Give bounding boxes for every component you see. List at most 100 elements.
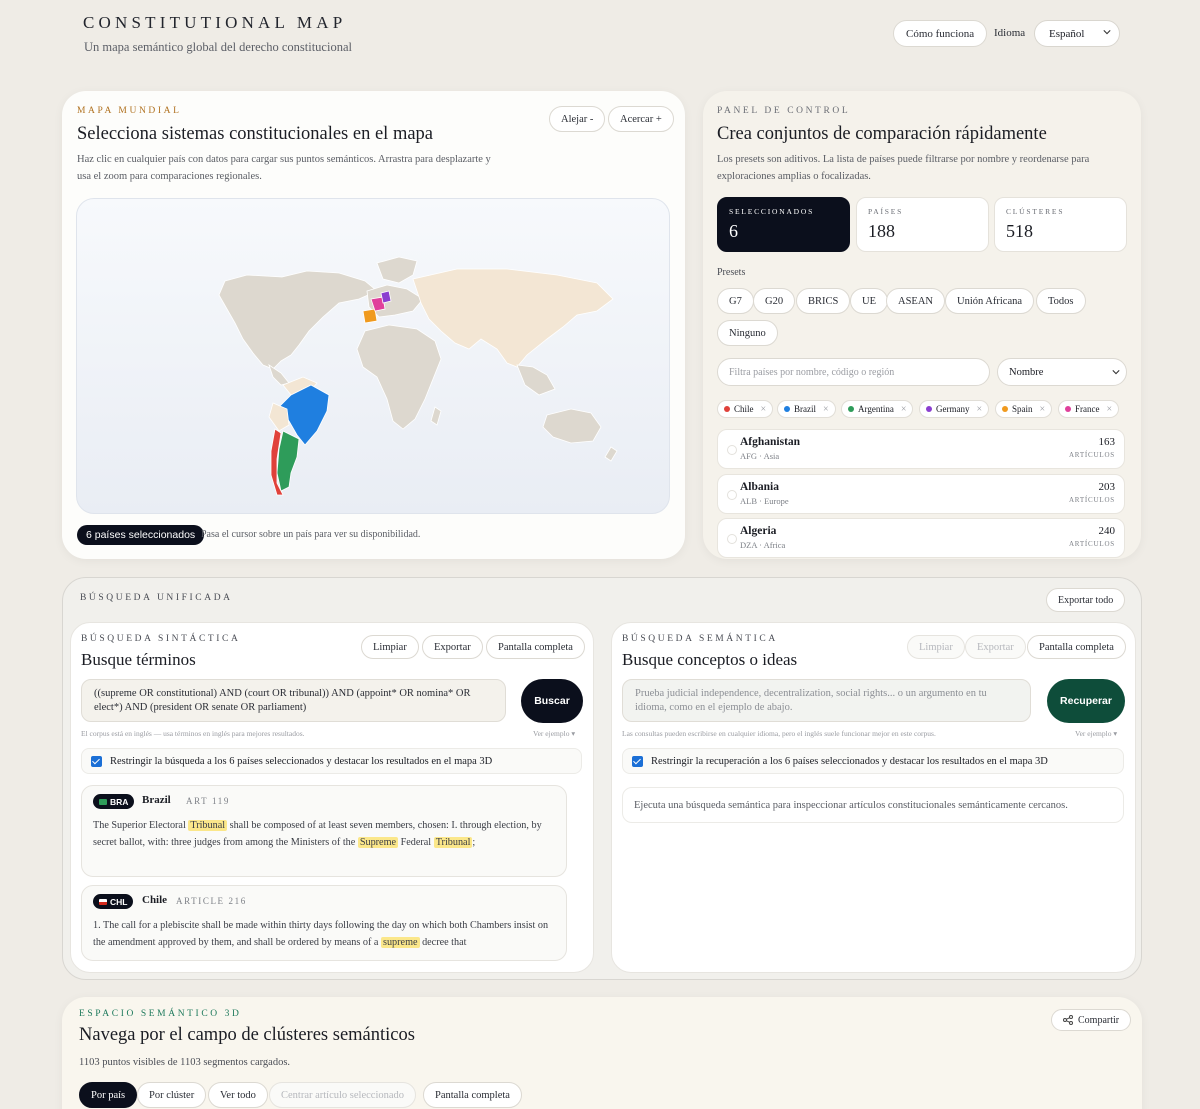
result-text: The Superior Electoral Tribunal shall be…: [93, 820, 542, 848]
article-unit: ARTÍCULOS: [1068, 540, 1115, 548]
semantic-eyebrow: BÚSQUEDA SEMÁNTICA: [622, 634, 778, 644]
semantic-query-input[interactable]: Prueba judicial independence, decentrali…: [622, 679, 1031, 722]
map-region-central-america: [268, 364, 290, 386]
close-icon[interactable]: ×: [977, 404, 983, 415]
export-button[interactable]: Exportar: [965, 635, 1026, 659]
select-radio[interactable]: [727, 490, 737, 500]
preset-none-button[interactable]: Ninguno: [717, 320, 778, 346]
preset-brics-button[interactable]: BRICS: [796, 288, 851, 314]
selected-count-badge: 6 países seleccionados: [77, 525, 205, 545]
fullscreen-button[interactable]: Pantalla completa: [423, 1082, 522, 1108]
selected-chip-argentina[interactable]: Argentina ×: [841, 400, 914, 418]
export-button[interactable]: Exportar: [422, 635, 483, 659]
restrict-checkbox-row[interactable]: Restringir la recuperación a los 6 paíse…: [622, 748, 1124, 774]
checkbox-checked[interactable]: [632, 755, 643, 767]
semantic-space-eyebrow: ESPACIO SEMÁNTICO 3D: [79, 1009, 242, 1019]
stat-label: CLÚSTERES: [1006, 207, 1065, 216]
selected-chip-spain[interactable]: Spain ×: [995, 400, 1053, 418]
sort-value: Nombre: [1009, 366, 1044, 378]
map-title: Selecciona sistemas constitucionales en …: [77, 124, 434, 144]
center-article-button[interactable]: Centrar artículo seleccionado: [269, 1082, 417, 1108]
close-icon[interactable]: ×: [761, 404, 767, 415]
stat-countries: PAÍSES 188: [856, 197, 989, 252]
preset-asean-button[interactable]: ASEAN: [886, 288, 946, 314]
by-cluster-button[interactable]: Por clúster: [137, 1082, 207, 1108]
language-select[interactable]: Español: [1034, 20, 1120, 47]
restrict-checkbox-row[interactable]: Restringir la búsqueda a los 6 países se…: [81, 748, 582, 774]
clear-button[interactable]: Limpiar: [907, 635, 965, 659]
close-icon[interactable]: ×: [823, 404, 829, 415]
world-map[interactable]: [76, 198, 670, 514]
map-hover-hint: Pasa el cursor sobre un país para ver su…: [201, 529, 421, 540]
brand-title: CONSTITUTIONAL MAP: [83, 13, 347, 32]
select-radio[interactable]: [727, 534, 737, 544]
chevron-down-icon: [1112, 370, 1120, 375]
color-dot: [724, 406, 730, 412]
preset-ue-button[interactable]: UE: [850, 288, 888, 314]
preset-african-union-button[interactable]: Unión Africana: [945, 288, 1035, 314]
stat-value: 518: [1006, 221, 1033, 241]
example-link[interactable]: Ver ejemplo ▾: [1075, 729, 1117, 738]
preset-all-button[interactable]: Todos: [1036, 288, 1086, 314]
close-icon[interactable]: ×: [901, 404, 907, 415]
chevron-down-icon: [1103, 30, 1111, 35]
export-all-button[interactable]: Exportar todo: [1046, 588, 1126, 612]
world-map-svg[interactable]: [77, 199, 670, 514]
chip-label: Argentina: [858, 404, 894, 414]
flag-icon: [99, 798, 107, 805]
selected-chip-chile[interactable]: Chile ×: [717, 400, 774, 418]
result-card[interactable]: CHL Chile ARTICLE 216 1. The call for a …: [81, 885, 567, 961]
article-count: 163: [1098, 436, 1116, 448]
chip-label: Spain: [1012, 404, 1033, 414]
country-row-afghanistan[interactable]: Afghanistan AFG · Asia 163 ARTÍCULOS: [717, 429, 1125, 469]
how-it-works-button[interactable]: Cómo funciona: [893, 20, 988, 47]
select-radio[interactable]: [727, 445, 737, 455]
stat-value: 6: [729, 221, 738, 241]
country-row-algeria[interactable]: Algeria DZA · Africa 240 ARTÍCULOS: [717, 518, 1125, 558]
zoom-out-button[interactable]: Alejar -: [549, 106, 606, 132]
share-button[interactable]: Compartir: [1051, 1009, 1132, 1031]
unified-search-eyebrow: BÚSQUEDA UNIFICADA: [80, 593, 233, 603]
flag-icon: [99, 898, 107, 905]
article-count: 240: [1098, 525, 1116, 537]
clear-button[interactable]: Limpiar: [361, 635, 419, 659]
article-count: 203: [1098, 481, 1116, 493]
country-filter-input[interactable]: Filtra países por nombre, código o regió…: [717, 358, 990, 386]
chip-label: France: [1075, 404, 1100, 414]
country-name: Albania: [740, 481, 779, 493]
sort-select[interactable]: Nombre: [997, 358, 1127, 386]
result-card[interactable]: BRA Brazil ART 119 The Superior Electora…: [81, 785, 567, 877]
color-dot: [1002, 406, 1008, 412]
checkbox-checked[interactable]: [91, 755, 102, 767]
retrieve-button[interactable]: Recuperar: [1047, 679, 1125, 723]
selected-chip-brazil[interactable]: Brazil ×: [777, 400, 836, 418]
fullscreen-button[interactable]: Pantalla completa: [1027, 635, 1126, 659]
preset-g20-button[interactable]: G20: [753, 288, 796, 314]
language-label: Idioma: [994, 27, 1026, 39]
result-country: Chile: [142, 894, 168, 906]
map-region-greenland: [376, 256, 418, 284]
article-unit: ARTÍCULOS: [1068, 451, 1115, 459]
search-button[interactable]: Buscar: [521, 679, 583, 723]
syntactic-eyebrow: BÚSQUEDA SINTÁCTICA: [81, 634, 241, 644]
map-region-new-zealand: [604, 446, 618, 462]
syntactic-query-input[interactable]: ((supreme OR constitutional) AND (court …: [81, 679, 506, 722]
example-link[interactable]: Ver ejemplo ▾: [533, 729, 575, 738]
preset-g7-button[interactable]: G7: [717, 288, 754, 314]
map-country-germany: [380, 290, 392, 304]
selected-chip-germany[interactable]: Germany ×: [919, 400, 990, 418]
chip-label: Germany: [936, 404, 970, 414]
selected-chip-france[interactable]: France ×: [1058, 400, 1120, 418]
view-all-button[interactable]: Ver todo: [208, 1082, 268, 1108]
close-icon[interactable]: ×: [1107, 404, 1113, 415]
color-dot: [848, 406, 854, 412]
highlight: Tribunal: [188, 820, 228, 831]
close-icon[interactable]: ×: [1040, 404, 1046, 415]
country-row-albania[interactable]: Albania ALB · Europe 203 ARTÍCULOS: [717, 474, 1125, 514]
by-country-button[interactable]: Por país: [79, 1082, 138, 1108]
fullscreen-button[interactable]: Pantalla completa: [486, 635, 585, 659]
zoom-in-button[interactable]: Acercar +: [608, 106, 674, 132]
control-panel-description: Los presets son aditivos. La lista de pa…: [717, 154, 1090, 182]
stat-label: PAÍSES: [868, 207, 904, 216]
restrict-label: Restringir la recuperación a los 6 paíse…: [651, 755, 1048, 767]
